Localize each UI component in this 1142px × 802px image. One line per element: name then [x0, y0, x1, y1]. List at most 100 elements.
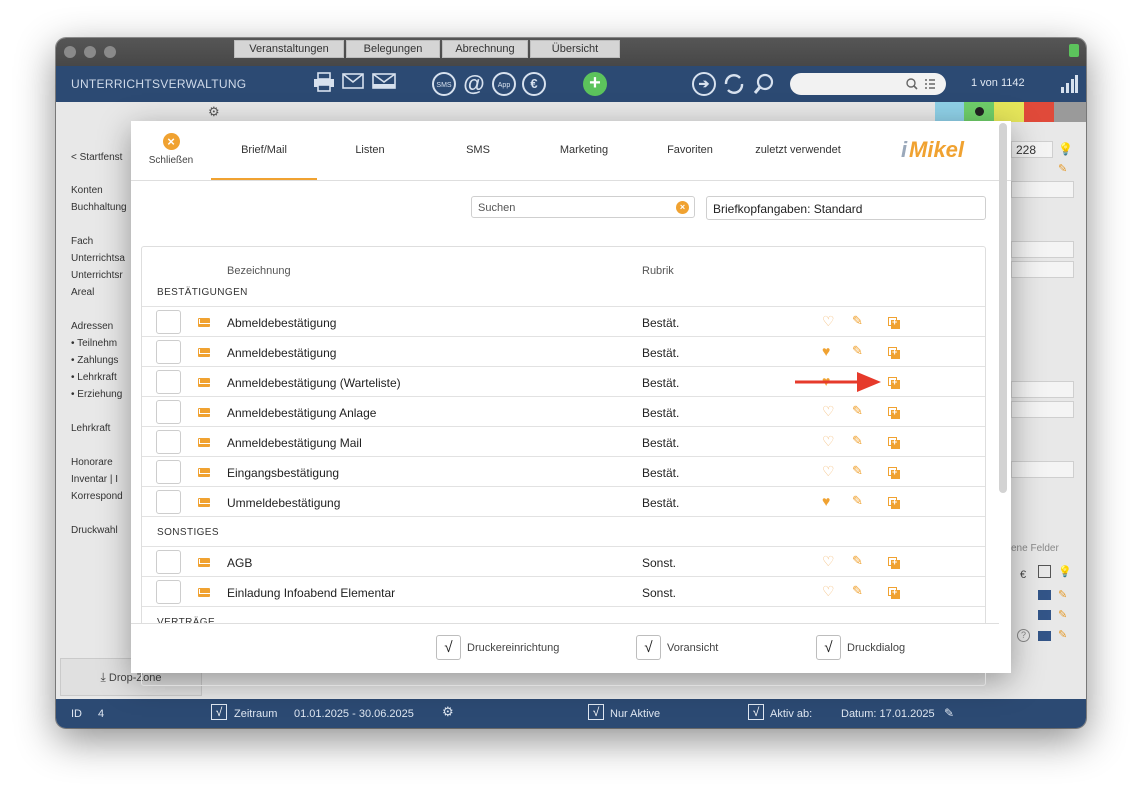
nav-zahlungs[interactable]: • Zahlungs	[71, 355, 118, 366]
nav-lehrkraft-sub[interactable]: • Lehrkraft	[71, 372, 117, 383]
tab-zuletzt-verwendet[interactable]: zuletzt verwendet	[747, 144, 849, 156]
background-field[interactable]	[1011, 461, 1074, 478]
color-swatch-gray[interactable]	[1054, 102, 1086, 122]
printer-icon[interactable]	[312, 72, 336, 96]
close-dialog-button[interactable]: × Schließen	[141, 133, 201, 166]
table-icon[interactable]	[1038, 565, 1051, 578]
envelope-icon[interactable]	[342, 72, 364, 96]
nav-startfenster[interactable]: < Startfenst	[71, 152, 122, 163]
datum-edit-icon[interactable]: ✎	[944, 706, 954, 720]
template-search-input[interactable]: Suchen ×	[471, 196, 695, 218]
duplicate-icon[interactable]	[888, 437, 900, 449]
nav-buchhaltung[interactable]: Buchhaltung	[71, 202, 127, 213]
nav-erziehung[interactable]: • Erziehung	[71, 389, 122, 400]
heart-outline-icon[interactable]: ♡	[822, 463, 835, 480]
druckereinrichtung-checkbox[interactable]: √	[436, 635, 461, 660]
color-swatch-blue[interactable]	[935, 102, 964, 122]
druckdialog-checkbox[interactable]: √	[816, 635, 841, 660]
minimize-window-button[interactable]	[84, 46, 96, 58]
app-icon[interactable]: App	[492, 72, 516, 96]
global-search-input[interactable]	[790, 73, 946, 95]
column-header-bezeichnung[interactable]: Bezeichnung	[227, 265, 291, 277]
pencil-icon[interactable]: ✎	[852, 553, 863, 569]
nav-unterrichtsa[interactable]: Unterrichtsa	[71, 253, 125, 264]
add-icon[interactable]: +	[583, 72, 607, 96]
edit-pencil-icon[interactable]: ✎	[1058, 628, 1067, 641]
row-checkbox[interactable]	[156, 490, 181, 514]
tab-uebersicht[interactable]: Übersicht	[530, 40, 620, 58]
tab-sms[interactable]: SMS	[435, 144, 521, 156]
nav-konten[interactable]: Konten	[71, 185, 103, 196]
heart-outline-icon[interactable]: ♡	[822, 433, 835, 450]
pencil-icon[interactable]: ✎	[852, 433, 863, 449]
zeitraum-settings-icon[interactable]: ⚙	[442, 704, 454, 720]
background-field[interactable]	[1011, 381, 1074, 398]
nav-lehrkraft[interactable]: Lehrkraft	[71, 423, 110, 434]
at-icon[interactable]: @	[461, 72, 487, 96]
nav-honorare[interactable]: Honorare	[71, 457, 113, 468]
scrollbar-thumb[interactable]	[999, 123, 1007, 493]
sms-icon[interactable]: SMS	[432, 72, 456, 96]
row-checkbox[interactable]	[156, 430, 181, 454]
duplicate-icon[interactable]	[888, 587, 900, 599]
tab-favoriten[interactable]: Favoriten	[647, 144, 733, 156]
letterhead-select[interactable]: Briefkopfangaben: Standard	[706, 196, 986, 220]
nav-adressen[interactable]: Adressen	[71, 321, 113, 332]
pencil-icon[interactable]: ✎	[852, 403, 863, 419]
tab-marketing[interactable]: Marketing	[541, 144, 627, 156]
table-row[interactable]: Ummeldebestätigung Bestät. ♥ ✎	[142, 486, 985, 516]
background-field[interactable]	[1011, 261, 1074, 278]
help-icon[interactable]: ?	[1017, 629, 1030, 642]
nav-unterrichtsr[interactable]: Unterrichtsr	[71, 270, 123, 281]
background-field[interactable]	[1011, 241, 1074, 258]
aktiv-ab-checkbox[interactable]: √	[748, 704, 764, 720]
table-row[interactable]: Anmeldebestätigung Bestät. ♥ ✎	[142, 336, 985, 366]
duplicate-icon[interactable]	[888, 497, 900, 509]
search-icon[interactable]	[752, 72, 776, 96]
edit-pencil-icon[interactable]: ✎	[1058, 608, 1067, 621]
row-checkbox[interactable]	[156, 340, 181, 364]
heart-outline-icon[interactable]: ♡	[822, 313, 835, 330]
nav-druckwahl[interactable]: Druckwahl	[71, 525, 118, 536]
close-window-button[interactable]	[64, 46, 76, 58]
nav-inventar[interactable]: Inventar | I	[71, 474, 118, 485]
card-icon[interactable]	[1038, 631, 1051, 641]
table-row[interactable]: Anmeldebestätigung Mail Bestät. ♡ ✎	[142, 426, 985, 456]
table-row[interactable]: Eingangsbestätigung Bestät. ♡ ✎	[142, 456, 985, 486]
nav-fach[interactable]: Fach	[71, 236, 93, 247]
tab-listen[interactable]: Listen	[327, 144, 413, 156]
row-checkbox[interactable]	[156, 550, 181, 574]
pencil-icon[interactable]: ✎	[852, 343, 863, 359]
duplicate-icon[interactable]	[888, 407, 900, 419]
nur-aktive-checkbox[interactable]: √	[588, 704, 604, 720]
edit-pencil-icon[interactable]: ✎	[1058, 588, 1067, 601]
duplicate-icon[interactable]	[888, 467, 900, 479]
color-swatch-yellow[interactable]	[994, 102, 1024, 122]
zoom-window-button[interactable]	[104, 46, 116, 58]
row-checkbox[interactable]	[156, 580, 181, 604]
nav-korrespondenz[interactable]: Korrespond	[71, 491, 123, 502]
list-icon[interactable]	[924, 78, 936, 90]
heart-outline-icon[interactable]: ♡	[822, 553, 835, 570]
row-checkbox[interactable]	[156, 370, 181, 394]
heart-outline-icon[interactable]: ♡	[822, 583, 835, 600]
table-row[interactable]: AGB Sonst. ♡ ✎	[142, 546, 985, 576]
tab-abrechnung[interactable]: Abrechnung	[442, 40, 528, 58]
background-count-field[interactable]: 228	[1011, 141, 1053, 158]
clear-search-icon[interactable]: ×	[676, 201, 689, 214]
tab-brief-mail[interactable]: Brief/Mail	[211, 144, 317, 180]
duplicate-icon[interactable]	[888, 557, 900, 569]
pencil-icon[interactable]: ✎	[852, 583, 863, 599]
pencil-icon[interactable]: ✎	[852, 463, 863, 479]
nav-teilnehmer[interactable]: • Teilnehm	[71, 338, 117, 349]
column-header-rubrik[interactable]: Rubrik	[642, 265, 674, 277]
heart-filled-icon[interactable]: ♥	[822, 493, 830, 509]
row-checkbox[interactable]	[156, 310, 181, 334]
heart-outline-icon[interactable]: ♡	[822, 403, 835, 420]
background-field[interactable]	[1011, 181, 1074, 198]
tab-belegungen[interactable]: Belegungen	[346, 40, 440, 58]
voransicht-checkbox[interactable]: √	[636, 635, 661, 660]
row-checkbox[interactable]	[156, 460, 181, 484]
euro-icon[interactable]: €	[522, 72, 546, 96]
pencil-icon[interactable]: ✎	[852, 313, 863, 329]
